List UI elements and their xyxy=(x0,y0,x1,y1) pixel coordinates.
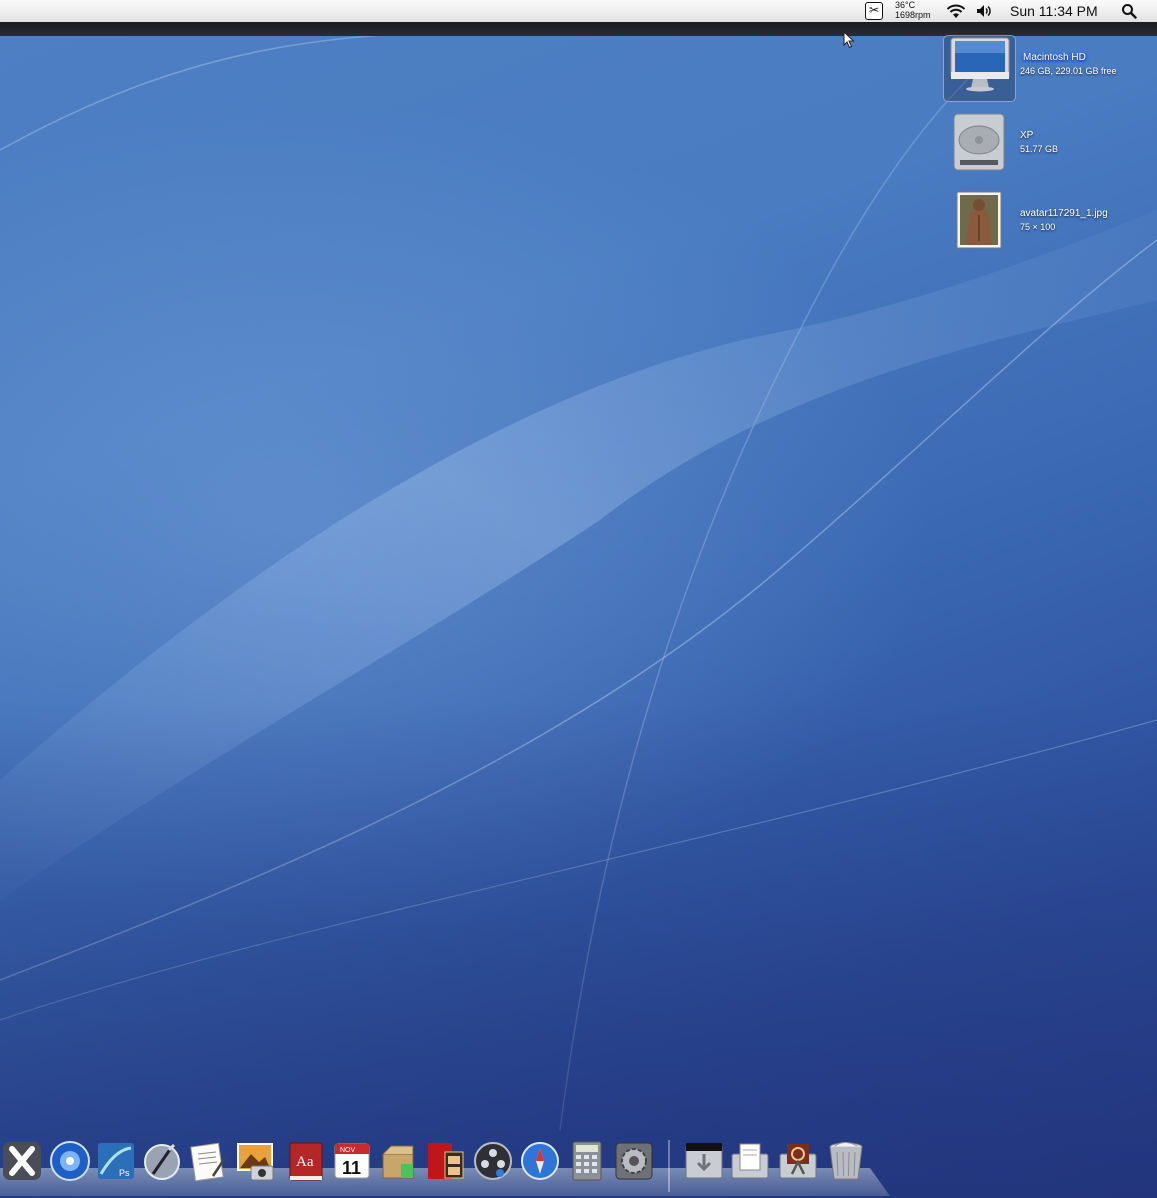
dock-item-system-preferences[interactable] xyxy=(612,1138,656,1184)
icon-label: avatar117291_1.jpg xyxy=(1020,208,1108,219)
dock-item-iphoto[interactable] xyxy=(234,1138,278,1184)
temperature-readout[interactable]: 36°C 1698rpm xyxy=(895,0,931,20)
icon-sublabel: 75 × 100 xyxy=(1020,222,1056,232)
dock-item-downloads-stack[interactable] xyxy=(682,1138,726,1184)
dock-item-x-app[interactable] xyxy=(0,1138,44,1184)
script-editor-icon xyxy=(144,1143,180,1180)
movie-maker-icon xyxy=(428,1143,464,1179)
dock-item-safari[interactable] xyxy=(518,1138,562,1184)
dictionary-badge: Aa xyxy=(296,1154,314,1170)
dock-item-script-editor[interactable] xyxy=(140,1138,184,1184)
mouse-pointer-icon xyxy=(843,31,855,49)
safari-icon xyxy=(521,1142,559,1180)
applications-stack-icon xyxy=(779,1144,817,1179)
icon-label: Macintosh HD xyxy=(1020,52,1089,63)
downloads-stack-icon xyxy=(685,1143,723,1179)
image-file-icon xyxy=(956,191,1002,249)
dock-item-dvd-player[interactable] xyxy=(48,1138,92,1184)
iphoto-icon xyxy=(237,1143,274,1181)
dock-item-movie-maker[interactable] xyxy=(424,1138,468,1184)
photoshop-icon: Ps xyxy=(98,1143,134,1179)
dock-item-dictionary[interactable]: Aa xyxy=(284,1138,328,1184)
wifi-icon[interactable] xyxy=(945,3,967,19)
dock-item-documents-stack[interactable] xyxy=(728,1138,772,1184)
imac-icon xyxy=(950,37,1010,92)
calculator-icon xyxy=(572,1141,602,1181)
trash-icon xyxy=(829,1142,863,1180)
icon-sublabel: 246 GB, 229.01 GB free xyxy=(1020,66,1117,76)
documents-stack-icon xyxy=(731,1143,769,1179)
dock-item-calculator[interactable] xyxy=(565,1138,609,1184)
volume-icon[interactable] xyxy=(976,4,994,18)
dock-item-ical[interactable]: NOV 11 xyxy=(330,1138,374,1184)
dock-item-front-row[interactable] xyxy=(471,1138,515,1184)
fan-speed-value: 1698rpm xyxy=(895,10,931,20)
dock-item-photoshop[interactable]: Ps xyxy=(94,1138,138,1184)
dictionary-icon: Aa xyxy=(289,1142,323,1181)
dock-item-trash[interactable] xyxy=(824,1138,868,1184)
icon-sublabel: 51.77 GB xyxy=(1020,144,1059,154)
menu-bar-shadow xyxy=(0,22,1157,36)
icon-label: XP xyxy=(1020,130,1034,141)
installer-icon xyxy=(382,1145,414,1179)
menu-bar: ✂ 36°C 1698rpm Sun 11:34 PM xyxy=(0,0,1157,23)
wallpaper-waves xyxy=(0,29,1157,1198)
textedit-icon xyxy=(190,1142,227,1182)
x-app-icon xyxy=(3,1142,41,1180)
system-preferences-icon xyxy=(615,1142,653,1180)
hard-drive-icon xyxy=(953,113,1005,171)
menu-clock[interactable]: Sun 11:34 PM xyxy=(1010,3,1098,19)
ical-icon: NOV 11 xyxy=(334,1143,370,1179)
photoshop-badge: Ps xyxy=(119,1168,130,1178)
desktop[interactable] xyxy=(0,0,1157,1198)
spotlight-search-icon[interactable] xyxy=(1121,3,1137,19)
dvd-player-icon xyxy=(50,1141,90,1181)
dock-item-textedit[interactable] xyxy=(186,1138,230,1184)
temperature-monitor-icon[interactable]: ✂ xyxy=(865,2,883,20)
temperature-value: 36°C xyxy=(895,0,916,10)
front-row-icon xyxy=(474,1142,512,1180)
dock-item-applications-stack[interactable] xyxy=(776,1138,820,1184)
dock-separator xyxy=(668,1140,670,1192)
ical-day: 11 xyxy=(342,1158,361,1178)
ical-month: NOV xyxy=(340,1147,356,1154)
dock-item-installer[interactable] xyxy=(376,1138,420,1184)
